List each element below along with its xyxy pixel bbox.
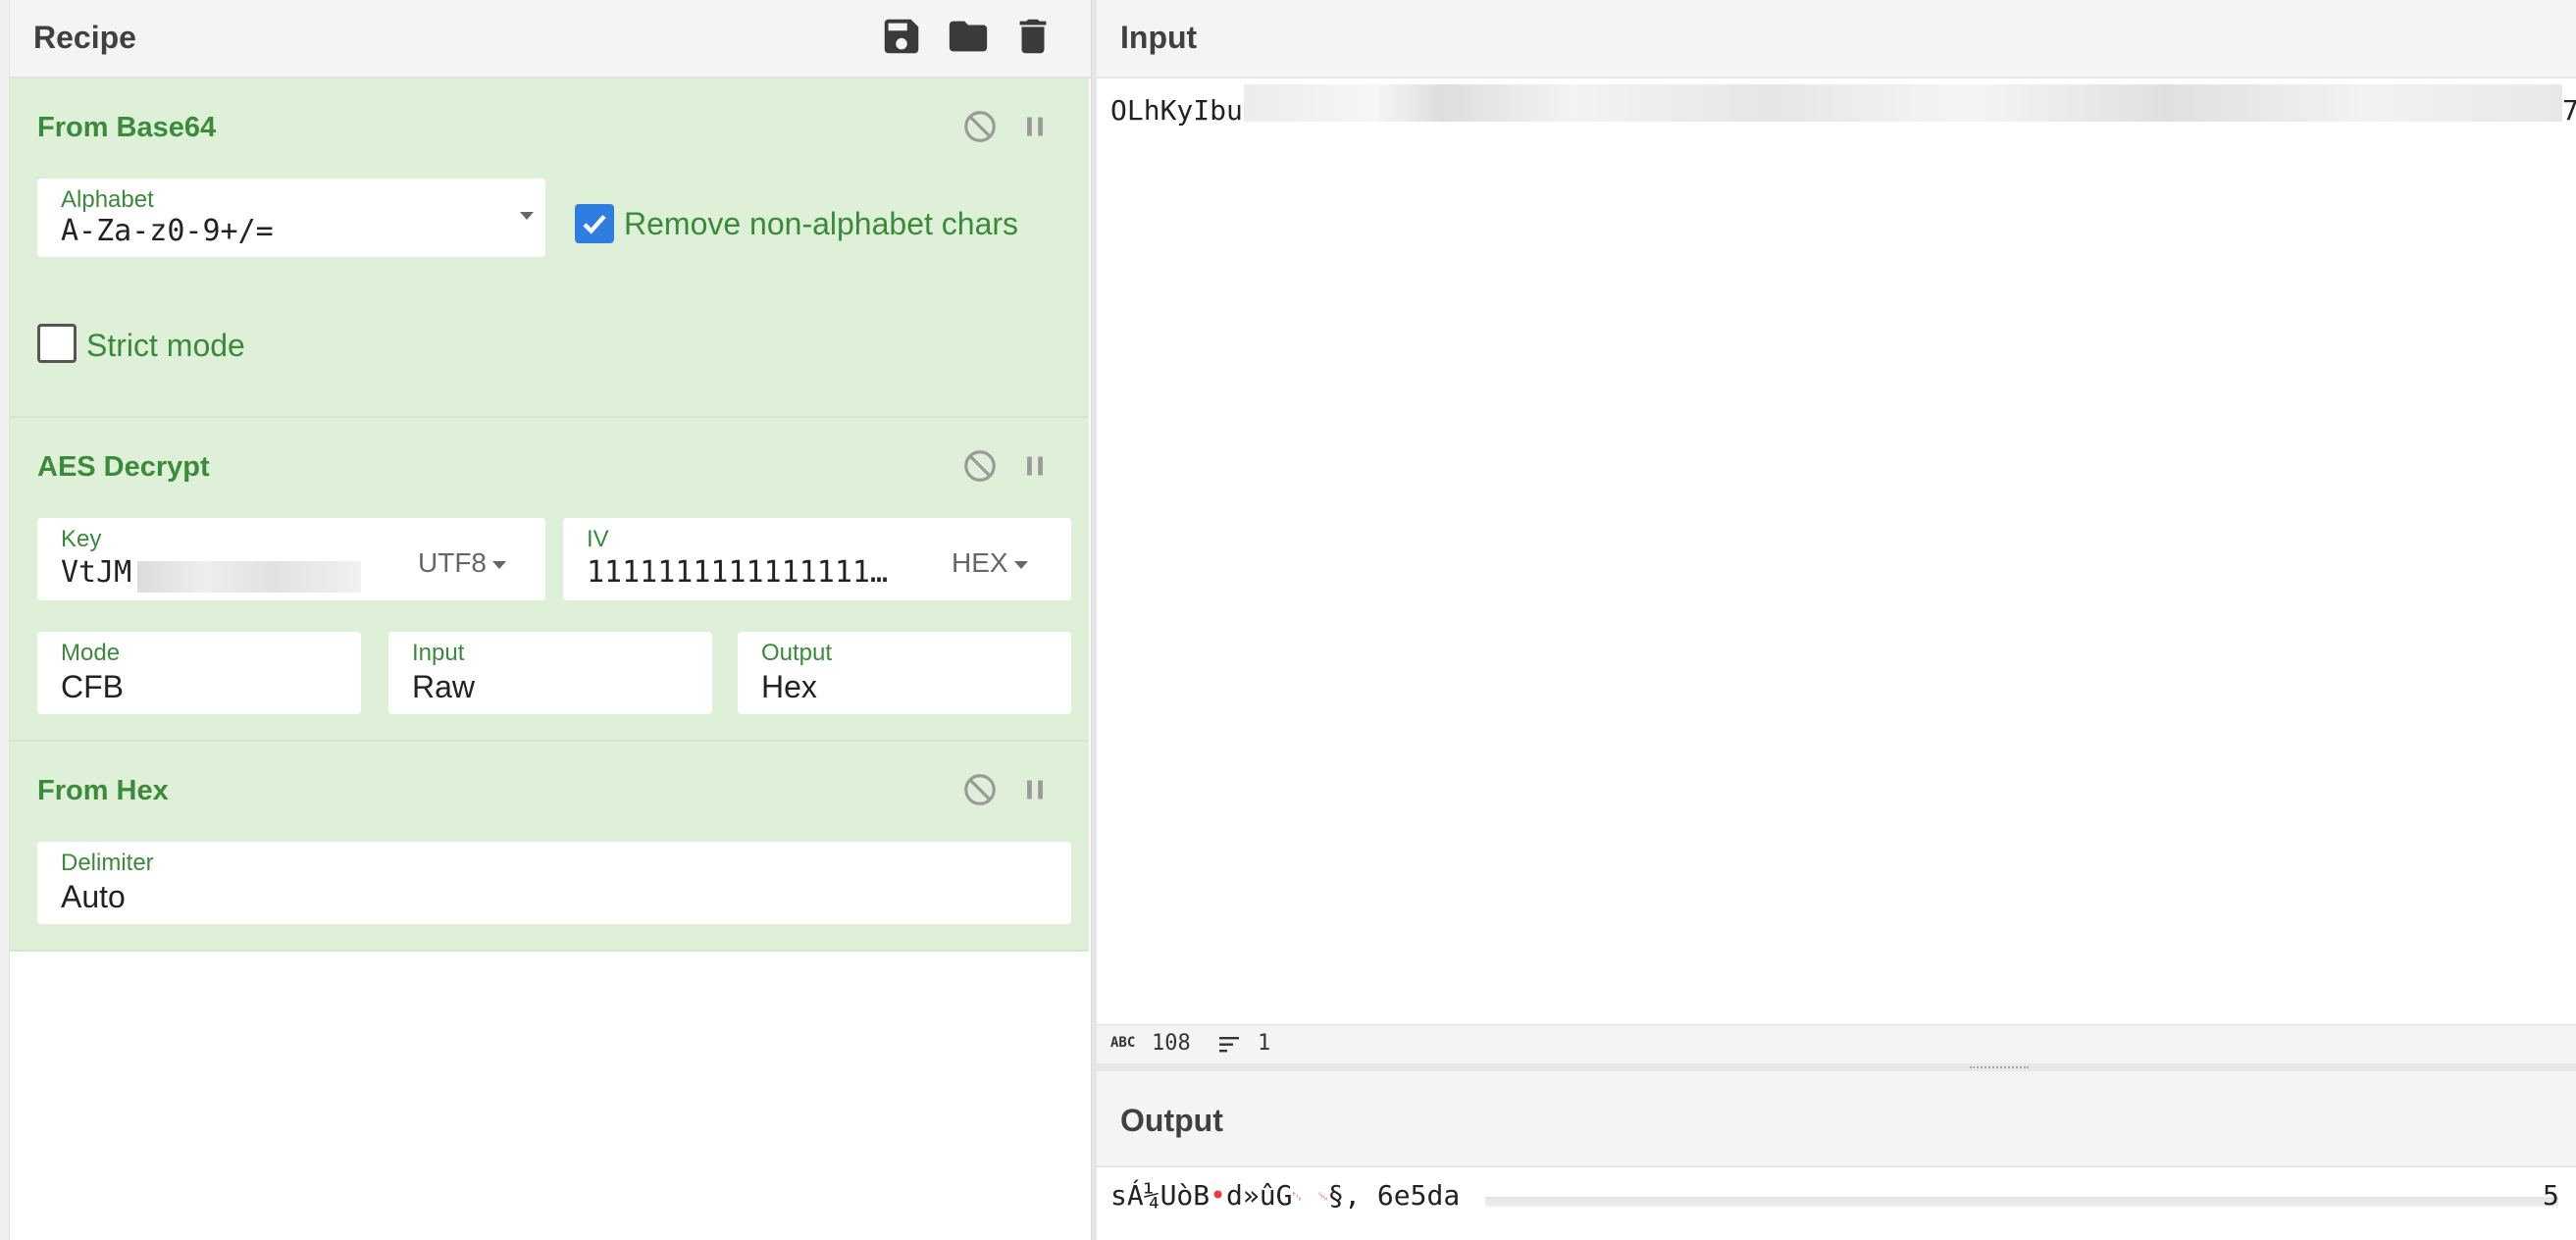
strict-mode-checkbox[interactable] (37, 324, 77, 363)
output-format-value: Hex (761, 669, 817, 704)
op-title-aes-decrypt: AES Decrypt (37, 451, 210, 483)
pause-icon[interactable] (1016, 447, 1054, 485)
output-text-mid1: d»ûG (1226, 1179, 1293, 1212)
resize-strip[interactable] (0, 0, 10, 1240)
iv-label: IV (587, 526, 609, 552)
lines-icon (1216, 1033, 1242, 1062)
output-title: Output (1120, 1103, 1223, 1138)
input-status-bar: ABC 108 1 (1097, 1024, 2576, 1063)
alphabet-label: Alphabet (61, 186, 154, 213)
remove-non-alphabet-label: Remove non-alphabet chars (624, 206, 1019, 241)
key-value: VtJM (61, 555, 132, 590)
disable-icon[interactable] (961, 447, 999, 485)
folder-icon[interactable] (946, 14, 991, 59)
disable-icon[interactable] (961, 108, 999, 145)
recipe-pane: Recipe From Base64 Alphabet A-Za-z0-9+/=… (0, 0, 1091, 1240)
recipe-header: Recipe (10, 0, 1091, 78)
iv-encoding-dropdown[interactable]: HEX (952, 547, 1028, 579)
alphabet-value: A-Za-z0-9+/= (61, 214, 274, 248)
mode-label: Mode (61, 640, 121, 666)
save-icon[interactable] (879, 14, 924, 59)
output-header: Output (1097, 1071, 2576, 1167)
delimiter-value: Auto (61, 879, 126, 914)
key-input[interactable]: Key VtJM UTF8 (37, 518, 545, 600)
line-count: 1 (1258, 1031, 1271, 1056)
input-text-tail: 7 (2562, 94, 2576, 127)
input-format-label: Input (412, 640, 465, 666)
chevron-down-icon (492, 560, 506, 569)
output-text-mid2: §, 6e5da (1327, 1179, 1461, 1212)
delimiter-dropdown[interactable]: Delimiter Auto (37, 842, 1071, 924)
input-header: Input (1097, 0, 2576, 78)
op-title-from-base64: From Base64 (37, 112, 217, 143)
input-title: Input (1120, 20, 1198, 55)
key-label: Key (61, 526, 102, 552)
alphabet-dropdown[interactable]: Alphabet A-Za-z0-9+/= (37, 179, 545, 257)
remove-non-alphabet-checkbox[interactable] (575, 204, 614, 243)
control-char-marker: • (1210, 1179, 1227, 1212)
strict-mode-label: Strict mode (86, 328, 245, 363)
iv-encoding-value: HEX (952, 547, 1008, 578)
input-pane: Input OLhKyIbu 7 (1097, 0, 2576, 1063)
mode-dropdown[interactable]: Mode CFB (37, 632, 361, 714)
output-redaction (1485, 1173, 2558, 1207)
input-textarea[interactable]: OLhKyIbu 7 (1097, 80, 2576, 1024)
splitter-grip (1970, 1066, 2029, 1068)
recipe-title: Recipe (33, 20, 136, 55)
input-format-dropdown[interactable]: Input Raw (388, 632, 712, 714)
iv-value: 1111111111111111… (587, 555, 889, 590)
chevron-down-icon (520, 212, 534, 220)
delimiter-label: Delimiter (61, 850, 154, 876)
control-char-marker: ␁ (1317, 1189, 1328, 1204)
output-pane: Output sÁ¼UòB•d»ûG␃ ␁§, 6e5da 5 (1097, 1071, 2576, 1240)
output-text-tail: 5 (2543, 1179, 2559, 1212)
input-format-value: Raw (412, 669, 476, 704)
input-text: OLhKyIbu (1110, 94, 1243, 127)
output-text-prefix: sÁ¼UòB (1110, 1179, 1211, 1212)
output-format-dropdown[interactable]: Output Hex (738, 632, 1071, 714)
abc-icon: ABC (1110, 1035, 1136, 1051)
disable-icon[interactable] (961, 771, 999, 808)
op-from-base64: From Base64 Alphabet A-Za-z0-9+/= Remove… (10, 78, 1089, 418)
key-encoding-value: UTF8 (418, 547, 487, 578)
op-title-from-hex: From Hex (37, 775, 169, 806)
input-redaction (1244, 84, 2562, 122)
key-encoding-dropdown[interactable]: UTF8 (418, 547, 506, 579)
chevron-down-icon (1013, 560, 1028, 569)
control-char-marker: ␃ (1292, 1189, 1303, 1204)
pause-icon[interactable] (1016, 108, 1054, 145)
op-from-hex: From Hex Delimiter Auto (10, 742, 1089, 952)
iv-input[interactable]: IV 1111111111111111… HEX (563, 518, 1071, 600)
trash-icon[interactable] (1010, 14, 1056, 59)
output-textarea[interactable]: sÁ¼UòB•d»ûG␃ ␁§, 6e5da 5 (1097, 1169, 2576, 1240)
op-aes-decrypt: AES Decrypt Key VtJM UTF8 IV 11111111111… (10, 418, 1089, 742)
horizontal-splitter[interactable] (1097, 1063, 2576, 1071)
output-format-label: Output (761, 640, 833, 666)
mode-value: CFB (61, 669, 124, 704)
key-redaction (137, 561, 361, 593)
pause-icon[interactable] (1016, 771, 1054, 808)
char-count: 108 (1152, 1031, 1191, 1056)
output-text: sÁ¼UòB•d»ûG␃ ␁§, 6e5da (1110, 1179, 1460, 1212)
